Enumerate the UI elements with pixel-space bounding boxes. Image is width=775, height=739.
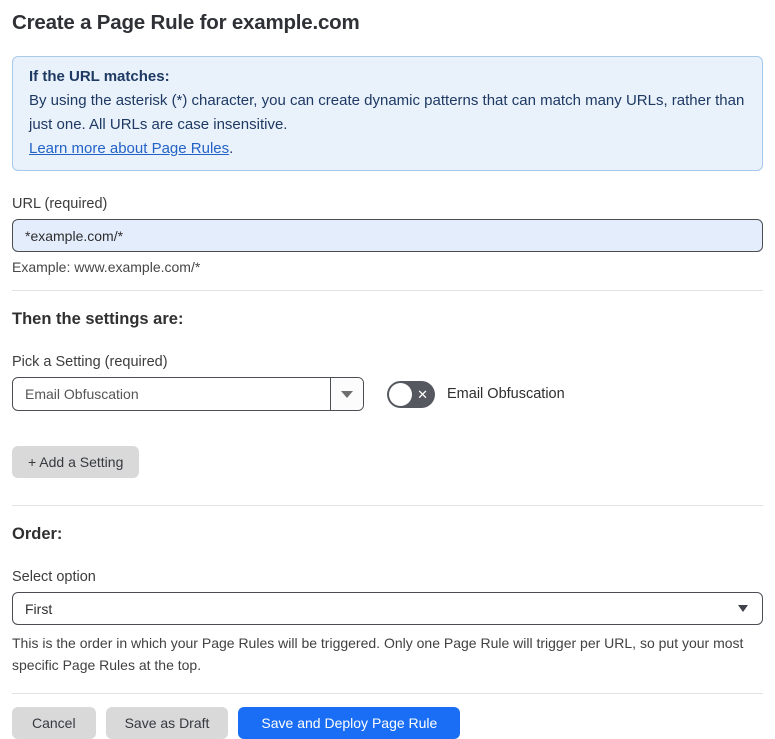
chevron-down-icon <box>341 390 353 398</box>
add-setting-button[interactable]: + Add a Setting <box>12 446 140 478</box>
page-rule-form: Create a Page Rule for example.com If th… <box>0 11 775 739</box>
email-obfuscation-toggle-group: ✕ Email Obfuscation <box>387 380 565 408</box>
order-select-value: First <box>25 600 53 617</box>
order-select-label: Select option <box>12 569 96 585</box>
link-suffix: . <box>229 140 234 157</box>
order-section-heading: Order: <box>12 525 63 543</box>
divider <box>12 290 763 291</box>
email-obfuscation-toggle[interactable]: ✕ <box>387 380 435 408</box>
setting-row: Email Obfuscation ✕ Email Obfuscation <box>12 377 763 411</box>
setting-dropdown-arrow-button[interactable] <box>330 378 363 410</box>
divider <box>12 505 763 506</box>
pick-setting-label: Pick a Setting (required) <box>12 354 168 370</box>
toggle-off-x-icon: ✕ <box>417 386 428 402</box>
setting-dropdown-value: Email Obfuscation <box>25 386 139 402</box>
url-match-info-box: If the URL matches: By using the asteris… <box>12 56 763 171</box>
learn-more-link[interactable]: Learn more about Page Rules <box>29 140 229 157</box>
chevron-down-icon <box>738 605 748 612</box>
toggle-knob <box>389 382 412 406</box>
divider <box>12 693 763 694</box>
page-title: Create a Page Rule for example.com <box>12 11 360 34</box>
url-input[interactable] <box>12 219 763 252</box>
save-as-draft-button[interactable]: Save as Draft <box>105 707 229 739</box>
save-and-deploy-button[interactable]: Save and Deploy Page Rule <box>238 707 461 739</box>
setting-dropdown[interactable]: Email Obfuscation <box>12 377 364 411</box>
order-helper-text: This is the order in which your Page Rul… <box>12 635 744 673</box>
order-select[interactable]: First <box>12 592 763 625</box>
info-box-link-line: Learn more about Page Rules. <box>29 137 746 161</box>
info-box-heading: If the URL matches: <box>29 68 170 85</box>
toggle-label: Email Obfuscation <box>447 386 565 402</box>
info-box-body: By using the asterisk (*) character, you… <box>29 92 745 133</box>
url-example-text: Example: www.example.com/* <box>12 259 201 275</box>
footer-actions: Cancel Save as Draft Save and Deploy Pag… <box>12 707 763 739</box>
settings-section-heading: Then the settings are: <box>12 310 184 328</box>
cancel-button[interactable]: Cancel <box>12 707 96 739</box>
url-field-label: URL (required) <box>12 196 108 212</box>
